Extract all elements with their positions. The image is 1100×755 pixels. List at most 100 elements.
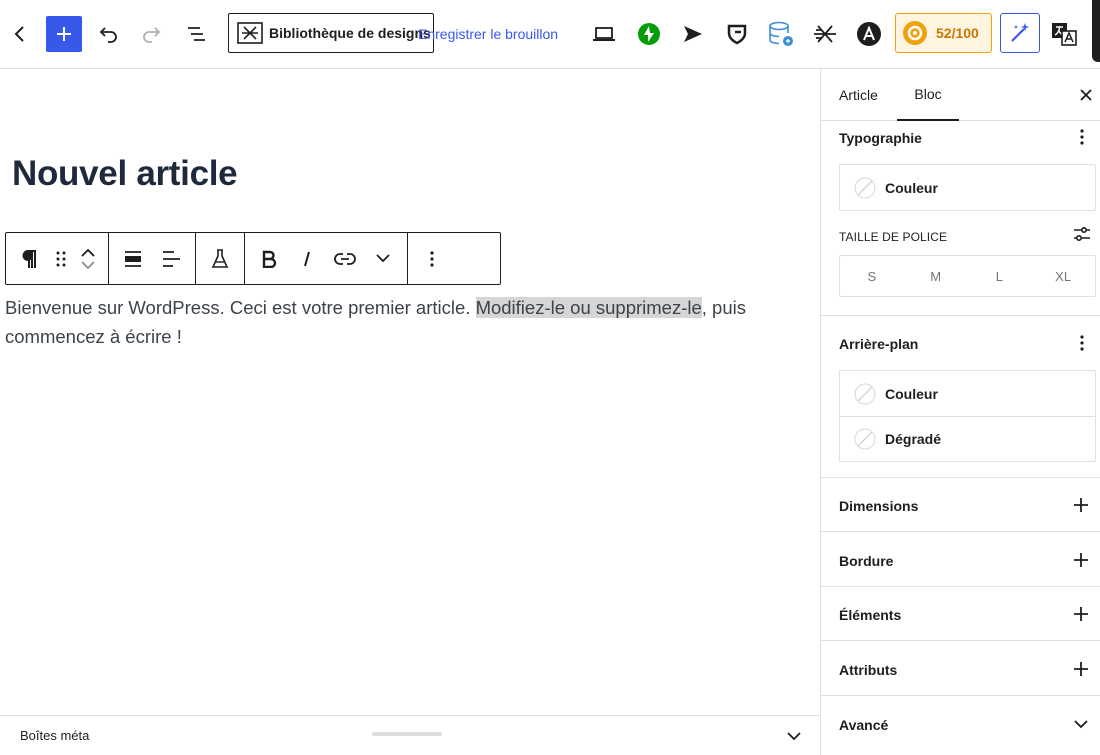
meta-boxes-bar[interactable]: Boîtes méta xyxy=(0,715,820,755)
chevron-down-icon xyxy=(376,254,390,263)
save-draft-button[interactable]: Enregistrer le brouillon xyxy=(418,16,558,52)
tab-bloc[interactable]: Bloc xyxy=(897,69,959,121)
text-color-label: Couleur xyxy=(885,179,938,196)
block-options-button[interactable] xyxy=(413,239,451,279)
jetpack-icon xyxy=(638,23,660,45)
font-size-s[interactable]: S xyxy=(840,256,904,296)
align-wide-icon xyxy=(125,250,141,267)
background-gradient-label: Dégradé xyxy=(885,431,942,447)
formatting-group xyxy=(245,233,408,284)
block-toolbar xyxy=(5,232,501,285)
translate-icon xyxy=(1052,23,1077,46)
paragraph-icon xyxy=(22,249,36,268)
astra-button[interactable] xyxy=(851,16,887,52)
chevron-down-icon[interactable] xyxy=(784,726,804,746)
plus-icon[interactable] xyxy=(1071,604,1091,624)
typography-options-icon[interactable] xyxy=(1073,127,1091,147)
divider xyxy=(821,586,1100,587)
attributes-panel-toggle[interactable]: Attributs xyxy=(839,662,897,678)
kebab-menu-icon xyxy=(430,250,434,267)
block-switcher-group xyxy=(6,233,109,284)
alignment-group xyxy=(109,233,196,284)
undo-button[interactable] xyxy=(90,16,126,52)
text-align-button[interactable] xyxy=(152,239,190,279)
send-button[interactable] xyxy=(675,16,711,52)
close-icon[interactable] xyxy=(1076,85,1096,105)
paragraph-block[interactable]: Bienvenue sur WordPress. Ceci est votre … xyxy=(5,293,805,351)
paragraph-text-start: Bienvenue sur WordPress. Ceci est votre … xyxy=(5,297,476,318)
background-panel-title: Arrière-plan xyxy=(839,336,919,352)
chevron-up-icon[interactable] xyxy=(81,248,95,257)
text-color-button[interactable]: Couleur xyxy=(840,165,1095,210)
shield-plugin-button[interactable] xyxy=(719,16,755,52)
block-align-button[interactable] xyxy=(114,239,152,279)
font-size-l[interactable]: L xyxy=(968,256,1032,296)
design-library-button[interactable]: Bibliothèque de designs xyxy=(228,13,434,53)
document-overview-button[interactable] xyxy=(178,16,214,52)
seo-score-value: 52/100 xyxy=(936,25,979,41)
seo-score-button[interactable]: 52/100 xyxy=(895,13,992,53)
editor-canvas: Nouvel article Bienvenue sur WordPress. … xyxy=(0,69,820,715)
chevron-down-icon[interactable] xyxy=(1071,714,1091,734)
link-button[interactable] xyxy=(326,239,364,279)
shield-icon xyxy=(727,24,747,45)
background-color-box: Couleur Dégradé xyxy=(839,370,1096,462)
plus-icon[interactable] xyxy=(1071,550,1091,570)
font-size-m[interactable]: M xyxy=(904,256,968,296)
translate-button[interactable] xyxy=(1046,16,1082,52)
preview-button[interactable] xyxy=(586,16,622,52)
post-title[interactable]: Nouvel article xyxy=(12,154,238,194)
resize-handle[interactable] xyxy=(372,732,442,736)
paragraph-block-button[interactable] xyxy=(11,239,49,279)
font-size-controls-icon[interactable] xyxy=(1072,224,1092,244)
tab-article[interactable]: Article xyxy=(839,69,878,121)
advanced-panel-toggle[interactable]: Avancé xyxy=(839,717,888,733)
magic-wand-icon xyxy=(1011,23,1029,42)
database-button[interactable] xyxy=(763,16,799,52)
plus-icon[interactable] xyxy=(1071,659,1091,679)
italic-button[interactable] xyxy=(288,239,326,279)
kadence-button[interactable] xyxy=(807,16,843,52)
background-options-icon[interactable] xyxy=(1073,333,1091,353)
divider xyxy=(821,315,1100,316)
list-view-icon xyxy=(188,27,205,41)
settings-sidebar: Article Bloc Typographie Couleur TAILLE … xyxy=(820,69,1100,755)
options-group xyxy=(408,233,456,284)
divider xyxy=(821,695,1100,696)
background-color-button[interactable]: Couleur xyxy=(840,371,1095,416)
chevron-left-icon xyxy=(14,26,24,42)
database-icon xyxy=(769,21,793,46)
font-size-xl[interactable]: XL xyxy=(1031,256,1095,296)
jetpack-button[interactable] xyxy=(631,16,667,52)
block-mover xyxy=(73,237,103,281)
dimensions-panel-toggle[interactable]: Dimensions xyxy=(839,498,918,514)
italic-icon xyxy=(304,251,310,266)
laptop-icon xyxy=(593,27,615,41)
drag-handle-icon xyxy=(56,251,66,266)
text-color-box: Couleur xyxy=(839,164,1096,211)
bold-button[interactable] xyxy=(250,239,288,279)
back-button[interactable] xyxy=(2,16,38,52)
experiment-button[interactable] xyxy=(201,239,239,279)
undo-icon xyxy=(99,27,117,43)
seo-gear-icon xyxy=(903,21,927,45)
divider xyxy=(821,477,1100,478)
elements-panel-toggle[interactable]: Éléments xyxy=(839,607,901,623)
astra-icon xyxy=(857,22,881,46)
more-formatting-button[interactable] xyxy=(364,239,402,279)
add-block-button[interactable] xyxy=(46,16,82,52)
redo-button[interactable] xyxy=(134,16,170,52)
ai-assistant-button[interactable] xyxy=(1000,13,1040,53)
link-icon xyxy=(334,252,356,265)
drag-handle[interactable] xyxy=(49,239,73,279)
selected-text: Modifiez-le ou supprimez-le xyxy=(475,297,702,318)
background-color-label: Couleur xyxy=(885,385,938,402)
plus-icon[interactable] xyxy=(1071,495,1091,515)
background-gradient-button[interactable]: Dégradé xyxy=(840,416,1095,461)
border-panel-toggle[interactable]: Bordure xyxy=(839,553,893,569)
chevron-down-icon[interactable] xyxy=(81,260,95,270)
meta-boxes-label: Boîtes méta xyxy=(20,728,90,743)
kadence-icon xyxy=(814,25,836,43)
empty-swatch-icon xyxy=(854,382,876,405)
divider xyxy=(821,531,1100,532)
